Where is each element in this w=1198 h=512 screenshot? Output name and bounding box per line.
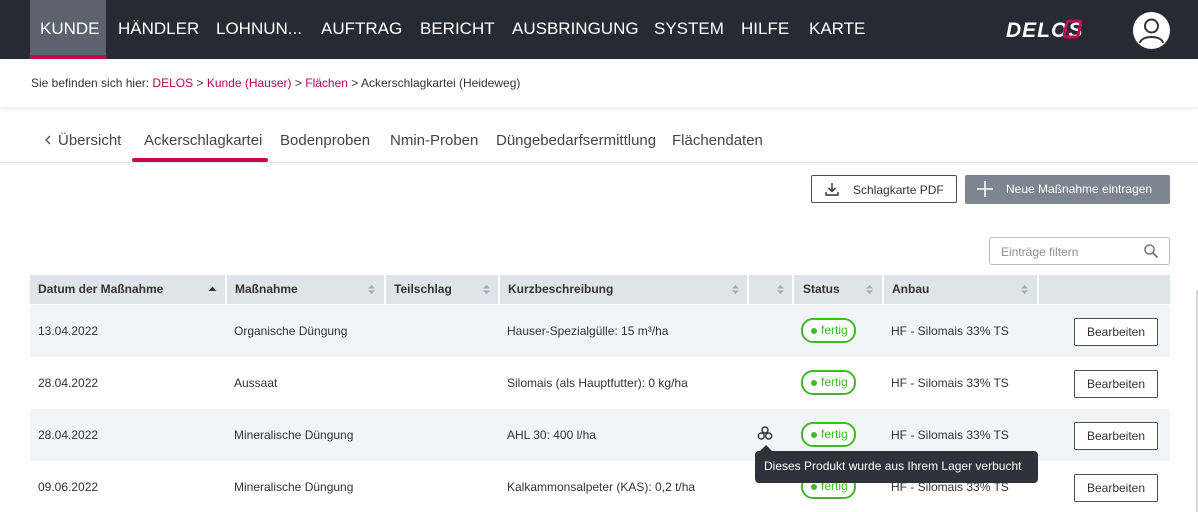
user-icon <box>1139 18 1164 44</box>
nav-item-hilfe[interactable]: HILFE <box>741 0 789 59</box>
status-badge: fertig <box>801 370 856 395</box>
tab-back-label: Übersicht <box>58 132 122 149</box>
tab-ackerschlagkartei[interactable]: Ackerschlagkartei <box>144 132 262 149</box>
new-measure-button[interactable]: Neue Maßnahme eintragen <box>965 175 1170 204</box>
top-navigation: KUNDE HÄNDLER LOHNUN... AUFTRAG BERICHT … <box>0 0 1198 59</box>
sub-tabs: Übersicht Ackerschlagkartei Bodenproben … <box>0 118 1198 163</box>
nav-item-karte[interactable]: KARTE <box>809 0 865 59</box>
breadcrumb-bar: Sie befinden sich hier: DELOS > Kunde (H… <box>0 59 1198 107</box>
status-dot <box>811 484 817 490</box>
active-tab-indicator <box>132 158 268 162</box>
nav-item-haendler[interactable]: HÄNDLER <box>118 0 199 59</box>
cell-measure: Aussaat <box>234 376 278 390</box>
cell-crop: HF - Silomais 33% TS <box>891 428 1009 442</box>
breadcrumb: Sie befinden sich hier: DELOS > Kunde (H… <box>31 76 520 90</box>
status-dot <box>811 432 817 438</box>
nav-item-ausbringung[interactable]: AUSBRINGUNG <box>512 0 639 59</box>
column-header-description[interactable]: Kurzbeschreibung <box>508 275 613 304</box>
column-separator <box>384 275 386 304</box>
status-badge: fertig <box>801 422 856 447</box>
cell-measure: Mineralische Düngung <box>234 480 354 494</box>
cell-description: AHL 30: 400 l/ha <box>507 428 596 442</box>
tab-duengebedarfsermittlung[interactable]: Düngebedarfsermittlung <box>496 132 656 149</box>
cell-date: 28.04.2022 <box>38 376 99 390</box>
column-separator <box>1037 275 1039 304</box>
plus-icon <box>977 181 993 197</box>
status-label: fertig <box>821 323 848 337</box>
tab-flaechendaten[interactable]: Flächendaten <box>672 132 763 149</box>
cell-date: 13.04.2022 <box>38 324 99 338</box>
sort-ascending-icon[interactable] <box>208 284 217 295</box>
cell-measure: Mineralische Düngung <box>234 428 354 442</box>
column-header-status[interactable]: Status <box>803 275 840 304</box>
delos-logo[interactable]: DELOS <box>1006 17 1112 41</box>
breadcrumb-separator: > <box>351 76 359 90</box>
sort-icon[interactable] <box>865 284 874 295</box>
breadcrumb-link-flaechen[interactable]: Flächen <box>305 76 348 90</box>
status-dot <box>811 380 817 386</box>
column-header-date[interactable]: Datum der Maßnahme <box>38 275 163 304</box>
sort-icon[interactable] <box>731 284 740 295</box>
sort-icon[interactable] <box>1020 284 1029 295</box>
schlagkarte-pdf-label: Schlagkarte PDF <box>853 183 944 197</box>
column-separator <box>792 275 794 304</box>
filter-input[interactable] <box>1001 244 1141 260</box>
cell-crop: HF - Silomais 33% TS <box>891 324 1009 338</box>
cell-date: 09.06.2022 <box>38 480 99 494</box>
nav-item-bericht[interactable]: BERICHT <box>420 0 495 59</box>
status-label: fertig <box>821 375 848 389</box>
nav-item-lohnunternehmer[interactable]: LOHNUN... <box>216 0 302 59</box>
edit-button[interactable]: Bearbeiten <box>1074 474 1158 502</box>
breadcrumb-separator: > <box>294 76 302 90</box>
cell-description: Hauser-Spezialgülle: 15 m³/ha <box>507 324 669 338</box>
cell-crop: HF - Silomais 33% TS <box>891 376 1009 390</box>
column-separator <box>747 275 749 304</box>
search-icon[interactable] <box>1143 243 1159 259</box>
breadcrumb-link-delos[interactable]: DELOS <box>152 76 193 90</box>
nav-item-kunde[interactable]: KUNDE <box>30 0 106 59</box>
breadcrumb-prefix: Sie befinden sich hier: <box>31 76 150 90</box>
breadcrumb-current: Ackerschlagkartei (Heideweg) <box>360 76 521 90</box>
filter-box <box>989 237 1170 265</box>
column-header-measure[interactable]: Maßnahme <box>235 275 298 304</box>
edit-button[interactable]: Bearbeiten <box>1074 318 1158 346</box>
nav-item-auftrag[interactable]: AUFTRAG <box>321 0 402 59</box>
column-header-crop[interactable]: Anbau <box>892 275 929 304</box>
edit-button[interactable]: Bearbeiten <box>1074 422 1158 450</box>
status-badge: fertig <box>801 318 856 343</box>
sort-icon[interactable] <box>776 284 785 295</box>
schlagkarte-pdf-button[interactable]: Schlagkarte PDF <box>811 175 957 203</box>
cell-description: Kalkammonsalpeter (KAS): 0,2 t/ha <box>507 480 696 494</box>
status-dot <box>811 328 817 334</box>
breadcrumb-separator: > <box>196 76 204 90</box>
tab-back-overview[interactable]: Übersicht <box>44 132 121 149</box>
table-header: Datum der Maßnahme Maßnahme Teilschlag K… <box>30 275 1170 304</box>
breadcrumb-link-kunde[interactable]: Kunde (Hauser) <box>207 76 292 90</box>
stock-warehouse-icon[interactable] <box>757 425 773 441</box>
nav-item-system[interactable]: SYSTEM <box>654 0 724 59</box>
tab-nmin-proben[interactable]: Nmin-Proben <box>390 132 478 149</box>
column-separator <box>498 275 500 304</box>
stock-tooltip: Dieses Produkt wurde aus Ihrem Lager ver… <box>755 451 1038 483</box>
edit-button[interactable]: Bearbeiten <box>1074 370 1158 398</box>
chevron-left-icon <box>45 135 51 145</box>
cell-measure: Organische Düngung <box>234 324 348 338</box>
user-avatar[interactable] <box>1133 12 1170 49</box>
sort-icon[interactable] <box>482 284 491 295</box>
tab-bodenproben[interactable]: Bodenproben <box>280 132 370 149</box>
download-icon <box>825 183 839 196</box>
cell-date: 28.04.2022 <box>38 428 99 442</box>
column-separator <box>882 275 884 304</box>
column-separator <box>225 275 227 304</box>
column-header-subfield[interactable]: Teilschlag <box>394 275 452 304</box>
status-label: fertig <box>821 427 848 441</box>
sort-icon[interactable] <box>367 284 376 295</box>
cell-description: Silomais (als Hauptfutter): 0 kg/ha <box>507 376 688 390</box>
new-measure-label: Neue Maßnahme eintragen <box>1006 182 1153 196</box>
table-row: 28.04.2022 Aussaat Silomais (als Hauptfu… <box>30 357 1170 409</box>
table-row: 13.04.2022 Organische Düngung Hauser-Spe… <box>30 305 1170 357</box>
